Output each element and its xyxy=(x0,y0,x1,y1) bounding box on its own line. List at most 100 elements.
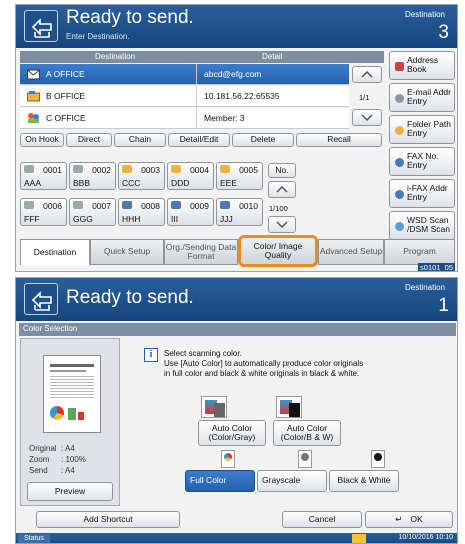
destination-name: B OFFICE xyxy=(46,91,86,101)
black-white-button[interactable]: Black & White xyxy=(329,470,399,492)
recall-button[interactable]: Recall xyxy=(296,133,382,147)
wsd-scan-icon xyxy=(395,222,404,231)
column-detail: Detail xyxy=(262,52,283,61)
on-hook-button[interactable]: On Hook xyxy=(20,133,64,147)
info-text: Select scanning color. Use [Auto Color] … xyxy=(164,349,364,378)
chart-thumbnail-icon xyxy=(50,406,64,420)
tab-program[interactable]: Program xyxy=(384,239,455,265)
destination-row[interactable]: C OFFICE Member: 3 xyxy=(20,108,349,129)
scroll-down-button[interactable] xyxy=(352,109,382,126)
one-touch-key[interactable]: 0003 CCC xyxy=(118,162,165,190)
destination-detail: Member: 3 xyxy=(204,113,245,123)
delete-button[interactable]: Delete xyxy=(232,133,294,147)
fax-entry-button[interactable]: FAX No. Entry xyxy=(389,147,455,176)
folder-icon xyxy=(220,165,230,173)
fax-icon xyxy=(220,201,230,209)
one-touch-key[interactable]: 0010 JJJ xyxy=(216,198,263,226)
grayscale-icon xyxy=(298,450,312,468)
one-touch-key[interactable]: 0001 AAA xyxy=(20,162,67,190)
destination-count: 1 xyxy=(438,295,449,316)
panel-title: Color Selection xyxy=(19,323,456,336)
black-white-icon xyxy=(371,450,385,468)
header: Ready to send. Destination 1 xyxy=(16,278,457,321)
destination-row[interactable]: B OFFICE 10.181.56.22:65535 xyxy=(20,86,349,107)
fax-icon xyxy=(122,201,132,209)
one-touch-key[interactable]: 0009 III xyxy=(167,198,214,226)
preview-pane: Original: A4 Zoom: 100% Send: A4 Preview xyxy=(20,338,120,506)
key-scroll-up-button[interactable] xyxy=(268,181,296,198)
datetime: 10/10/2016 10:10 xyxy=(398,534,454,541)
tab-advanced-setup[interactable]: Advanced Setup xyxy=(318,239,384,265)
one-touch-key[interactable]: 0004 DDD xyxy=(167,162,214,190)
email-icon xyxy=(24,165,34,173)
full-color-button[interactable]: Full Color xyxy=(185,470,255,492)
email-icon xyxy=(27,68,40,80)
folder-icon xyxy=(395,126,404,135)
address-book-icon xyxy=(395,62,404,71)
network-icon xyxy=(352,534,366,543)
key-page-indicator: 1/100 xyxy=(269,204,288,213)
preview-button[interactable]: Preview xyxy=(27,482,113,501)
destination-row[interactable]: A OFFICE abcd@efg.com xyxy=(20,64,349,85)
status-title: Ready to send. xyxy=(66,287,194,308)
home-button[interactable] xyxy=(24,283,58,315)
destination-table-header: Destination Detail xyxy=(20,51,384,63)
fax-icon xyxy=(171,201,181,209)
status-subtitle: Enter Destination. xyxy=(66,32,130,41)
enter-icon: ↵ xyxy=(395,513,403,524)
folder-icon xyxy=(171,165,181,173)
info-icon: i xyxy=(144,348,158,362)
home-button[interactable] xyxy=(24,10,58,42)
chain-button[interactable]: Chain xyxy=(114,133,166,147)
ok-button[interactable]: ↵ OK xyxy=(365,511,453,528)
one-touch-key[interactable]: 0007 GGG xyxy=(69,198,116,226)
one-touch-key[interactable]: 0006 FFF xyxy=(20,198,67,226)
ifax-icon xyxy=(395,190,404,199)
tab-quick-setup[interactable]: Quick Setup xyxy=(90,239,164,265)
status-bar: Status 10/10/2016 10:10 xyxy=(16,533,457,543)
destination-name: C OFFICE xyxy=(46,113,86,123)
send-screen-destination: Ready to send. Enter Destination. Destin… xyxy=(15,4,458,272)
scroll-up-button[interactable] xyxy=(352,66,382,83)
ifax-entry-button[interactable]: i-FAX Addr Entry xyxy=(389,179,455,208)
cancel-button[interactable]: Cancel xyxy=(282,511,362,528)
group-icon xyxy=(27,112,40,124)
email-entry-button[interactable]: E-mail Addr Entry xyxy=(389,83,455,112)
full-color-icon xyxy=(221,450,235,468)
wsd-scan-button[interactable]: WSD Scan /DSM Scan xyxy=(389,211,455,240)
auto-color-bw-button[interactable]: Auto Color (Color/B & W) xyxy=(273,420,341,446)
preview-info: Original: A4 Zoom: 100% Send: A4 xyxy=(29,444,86,475)
detail-edit-button[interactable]: Detail/Edit xyxy=(168,133,230,147)
add-shortcut-button[interactable]: Add Shortcut xyxy=(36,511,180,528)
one-touch-key[interactable]: 0002 BBB xyxy=(69,162,116,190)
number-button[interactable]: No. xyxy=(268,163,296,178)
header: Ready to send. Enter Destination. Destin… xyxy=(16,5,457,48)
email-icon xyxy=(395,94,404,103)
one-touch-key[interactable]: 0005 EEE xyxy=(216,162,263,190)
grayscale-button[interactable]: Grayscale xyxy=(257,470,327,492)
destination-detail: 10.181.56.22:65535 xyxy=(204,91,280,101)
send-icon xyxy=(31,18,52,38)
fax-icon xyxy=(395,158,404,167)
auto-color-bw-icon xyxy=(276,396,302,418)
destination-detail: abcd@efg.com xyxy=(204,69,262,79)
preview-page xyxy=(43,355,101,433)
key-scroll-down-button[interactable] xyxy=(268,216,296,233)
send-icon xyxy=(31,291,52,311)
auto-color-gray-icon xyxy=(201,396,227,418)
folder-icon xyxy=(122,165,132,173)
auto-color-gray-button[interactable]: Auto Color (Color/Gray) xyxy=(198,420,266,446)
column-destination: Destination xyxy=(95,52,136,61)
status-button[interactable]: Status xyxy=(18,534,50,543)
direct-button[interactable]: Direct xyxy=(66,133,112,147)
folder-path-entry-button[interactable]: Folder Path Entry xyxy=(389,115,455,144)
destination-count: 3 xyxy=(438,22,449,43)
one-touch-key[interactable]: 0008 HHH xyxy=(118,198,165,226)
email-icon xyxy=(24,201,34,209)
email-icon xyxy=(73,201,83,209)
tab-color-image-quality[interactable]: Color/ Image Quality xyxy=(238,235,318,267)
destination-name: A OFFICE xyxy=(46,69,85,79)
tab-destination[interactable]: Destination xyxy=(20,239,90,265)
tab-sending-format[interactable]: Org./Sending Data Format xyxy=(164,239,238,265)
address-book-button[interactable]: Address Book xyxy=(389,51,455,80)
